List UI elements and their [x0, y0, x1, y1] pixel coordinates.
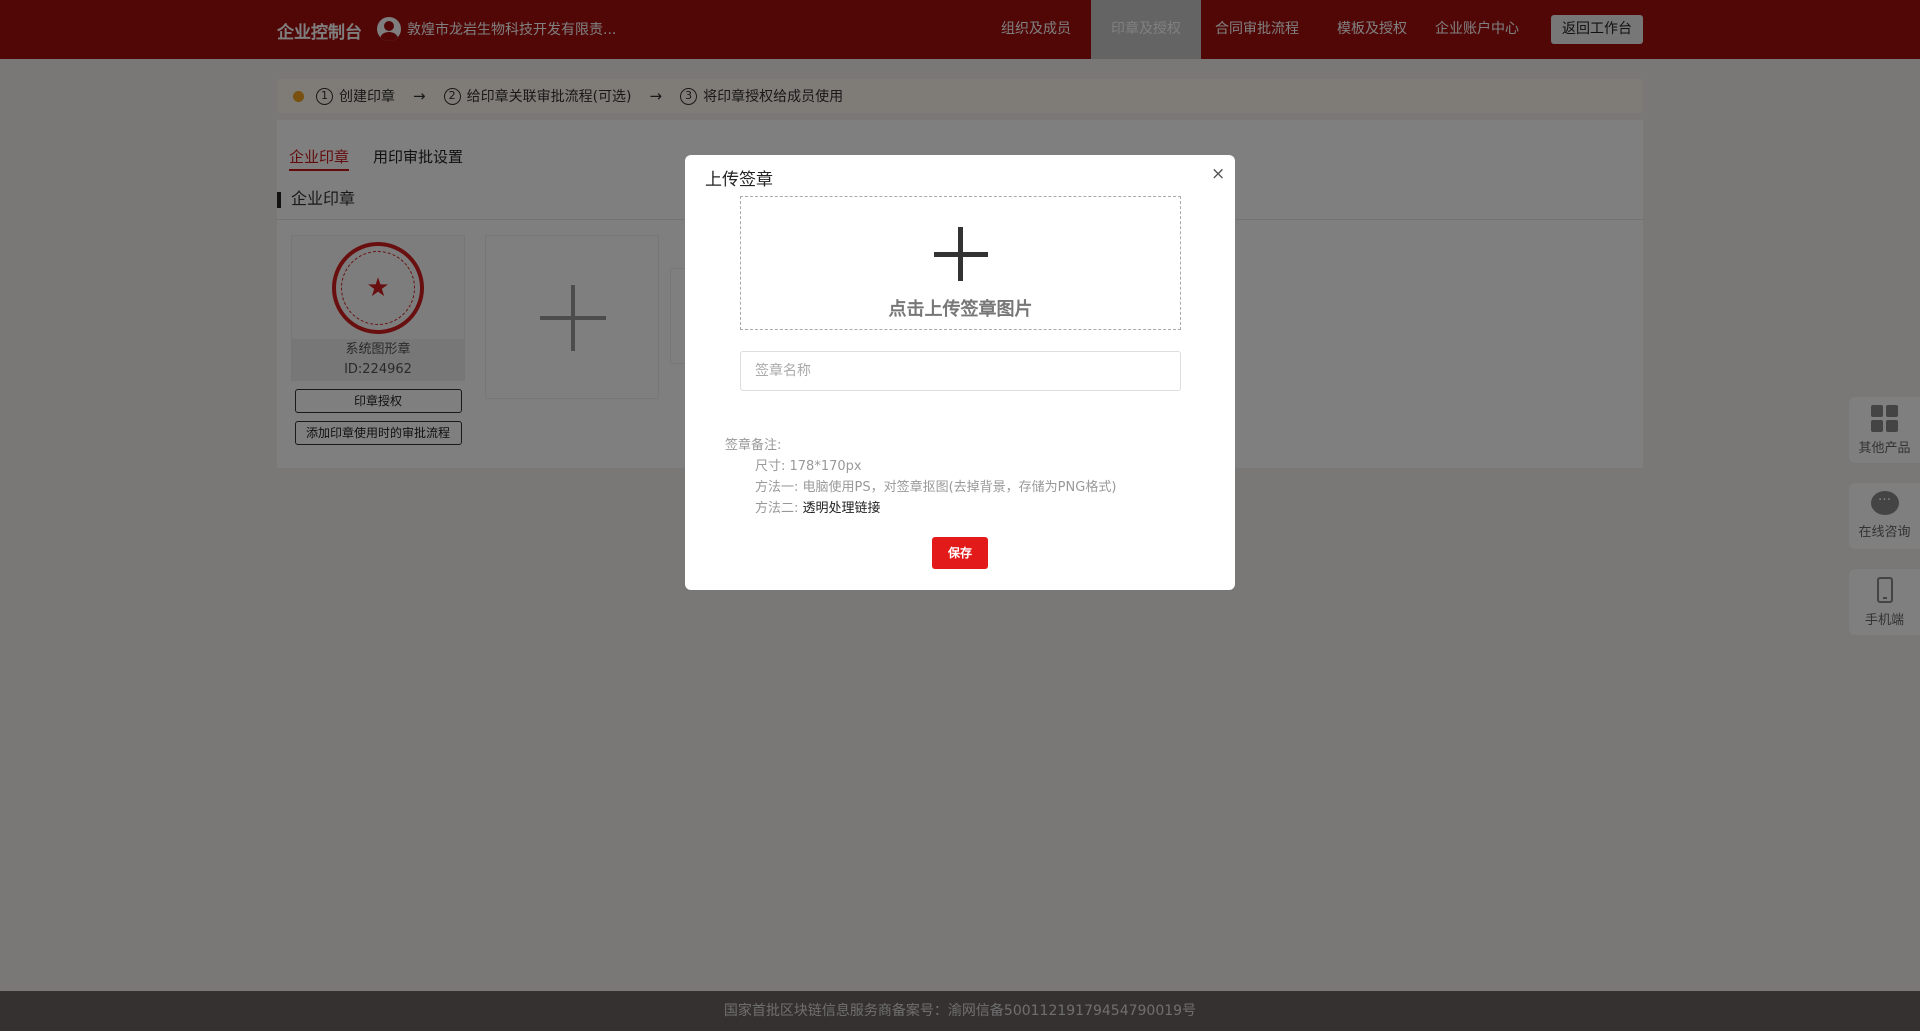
plus-icon-vertical: [958, 227, 963, 281]
modal-title: 上传签章: [705, 170, 773, 190]
transparent-processing-link[interactable]: 透明处理链接: [803, 501, 881, 516]
notes-title: 签章备注:: [725, 438, 782, 453]
signature-notes: 签章备注: 尺寸: 178*170px 方法一: 电脑使用PS，对签章抠图(去掉…: [725, 435, 1116, 519]
note-size: 尺寸: 178*170px: [755, 459, 862, 474]
note-method-2: 方法二: 透明处理链接: [725, 498, 1116, 519]
note-method-1: 方法一: 电脑使用PS，对签章抠图(去掉背景，存储为PNG格式): [755, 480, 1117, 495]
signature-name-input[interactable]: [740, 351, 1181, 391]
save-button[interactable]: 保存: [932, 537, 988, 569]
upload-signature-modal: 上传签章 × 点击上传签章图片 签章备注: 尺寸: 178*170px 方法一:…: [685, 155, 1235, 590]
note-method-2-prefix: 方法二:: [755, 501, 803, 516]
close-icon[interactable]: ×: [1211, 164, 1225, 184]
upload-text: 点击上传签章图片: [888, 299, 1033, 320]
upload-image-area[interactable]: 点击上传签章图片: [740, 196, 1181, 330]
